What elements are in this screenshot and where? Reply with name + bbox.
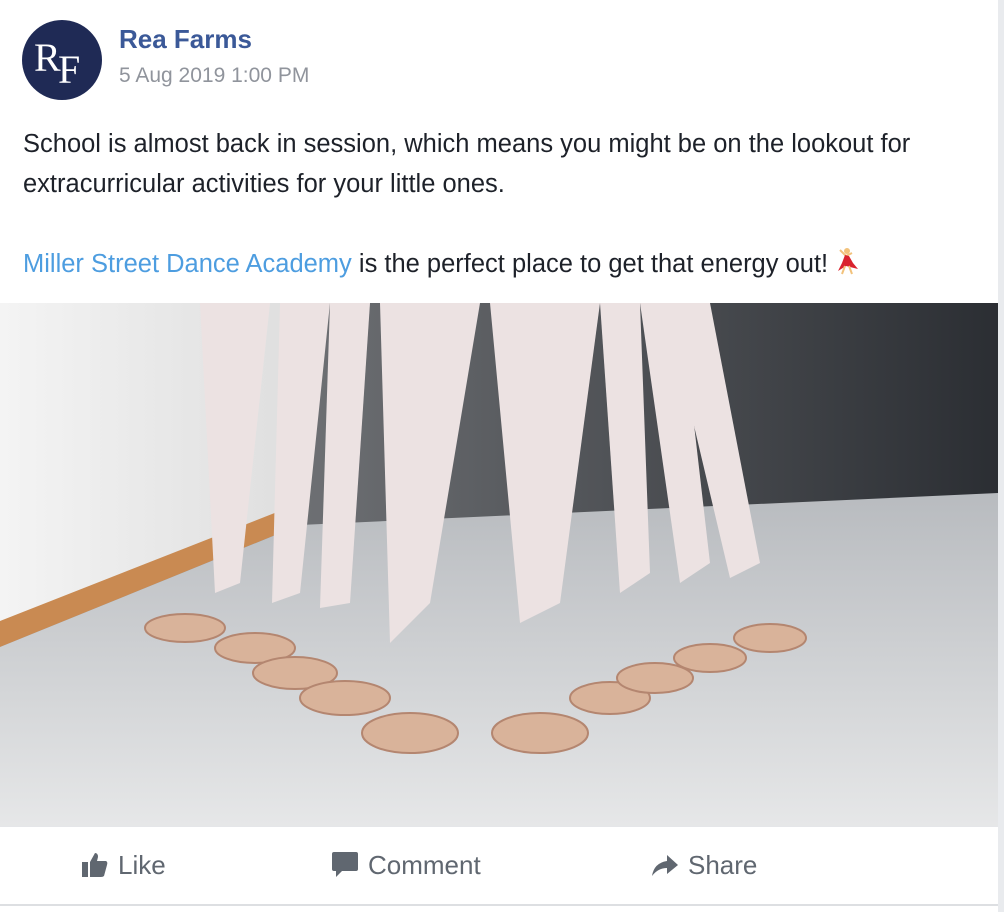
- comment-label: Comment: [368, 849, 481, 880]
- avatar-initial-r: R: [34, 35, 61, 80]
- ballet-dancers-feet-photo: [0, 303, 998, 826]
- post-actions-bar: Like Comment Share: [0, 826, 998, 906]
- like-label: Like: [118, 849, 166, 880]
- comment-button[interactable]: Comment: [330, 845, 481, 885]
- share-arrow-icon: [650, 850, 680, 880]
- share-label: Share: [688, 849, 758, 880]
- post-timestamp[interactable]: 5 Aug 2019 1:00 PM: [119, 64, 309, 88]
- post-text: School is almost back in session, which …: [23, 124, 983, 287]
- share-button[interactable]: Share: [650, 845, 757, 885]
- comment-icon: [330, 850, 360, 880]
- feed-post: R F Rea Farms 5 Aug 2019 1:00 PM School …: [0, 0, 1004, 912]
- post-photo[interactable]: [0, 303, 998, 826]
- scrollbar-gutter: [998, 0, 1004, 912]
- author-name[interactable]: Rea Farms: [119, 24, 252, 55]
- like-button[interactable]: Like: [80, 845, 166, 885]
- avatar[interactable]: R F: [22, 20, 102, 100]
- post-paragraph-1: School is almost back in session, which …: [23, 130, 911, 198]
- avatar-initial-f: F: [58, 47, 81, 92]
- thumbs-up-icon: [80, 850, 110, 880]
- page-mention-link[interactable]: Miller Street Dance Academy: [23, 250, 352, 278]
- post-paragraph-2: Miller Street Dance Academy is the perfe…: [23, 244, 983, 287]
- post-paragraph-2-text: is the perfect place to get that energy …: [351, 250, 829, 278]
- dancer-emoji-icon: [832, 247, 860, 287]
